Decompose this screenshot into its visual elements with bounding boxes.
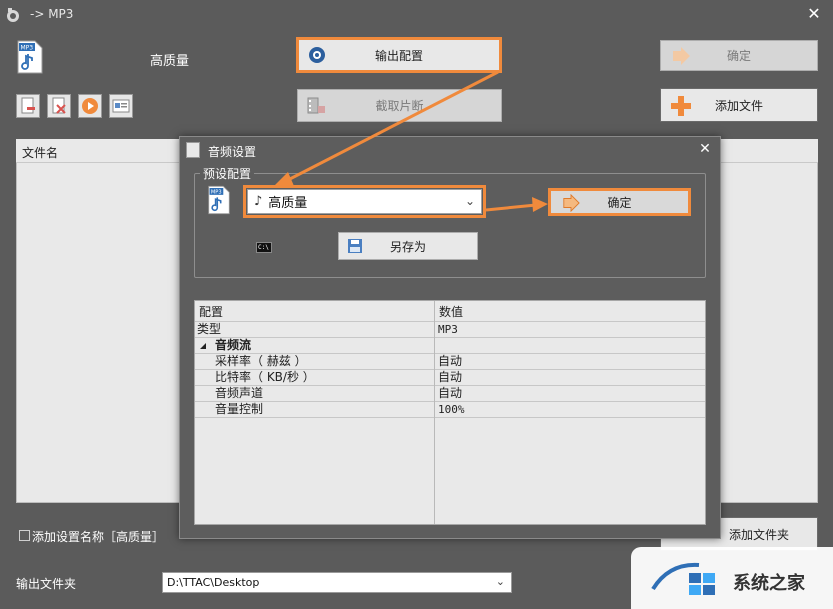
ok-label: 确定 — [726, 49, 751, 63]
grid-row-type[interactable]: 类型 MP3 — [195, 322, 705, 338]
preset-group-label: 预设配置 — [200, 165, 255, 182]
grid-row-name: 音量控制 — [215, 402, 264, 416]
music-note-icon: ♪ — [254, 194, 263, 209]
app-icon — [7, 8, 19, 22]
file-info-button[interactable] — [109, 94, 133, 118]
output-folder-label: 输出文件夹 — [16, 577, 77, 591]
audio-settings-icon — [186, 142, 200, 158]
grid-row-channels[interactable]: 音频声道 自动 — [195, 386, 705, 402]
play-icon — [82, 98, 98, 114]
arrow-right-icon — [563, 194, 580, 212]
gear-icon — [309, 47, 325, 63]
play-button[interactable] — [78, 94, 102, 118]
add-preset-name-label: 添加设置名称［高质量］ — [32, 530, 165, 544]
grid-group-name: 音频流 — [215, 338, 252, 352]
output-folder-select[interactable]: D:\TTAC\Desktop ⌄ — [162, 572, 512, 593]
output-config-label: 输出配置 — [374, 48, 423, 63]
grid-column-divider[interactable] — [434, 301, 435, 524]
window-title: -> MP3 — [30, 7, 74, 21]
grid-row-bitrate[interactable]: 比特率（ KB/秒 ） 自动 — [195, 370, 705, 386]
grid-row-name: 音频声道 — [215, 386, 264, 400]
mp3-file-icon: MP3 — [17, 40, 43, 74]
info-card-icon — [112, 99, 130, 113]
grid-header-value: 数值 — [439, 305, 464, 319]
grid-group-audio-stream[interactable]: ◢ 音频流 — [195, 338, 705, 354]
grid-row-sample-rate[interactable]: 采样率（ 赫兹 ） 自动 — [195, 354, 705, 370]
clip-button[interactable]: 截取片断 — [297, 89, 502, 122]
grid-row-value: 100% — [438, 403, 465, 416]
title-bar — [0, 0, 833, 30]
grid-row-value: 自动 — [438, 370, 463, 384]
grid-header-name: 配置 — [199, 305, 224, 319]
add-file-button[interactable]: 添加文件 — [660, 88, 818, 122]
dialog-ok-button[interactable]: 确定 — [548, 188, 691, 216]
dialog-close-button[interactable]: ✕ — [697, 141, 713, 157]
svg-text:MP3: MP3 — [21, 45, 34, 52]
grid-header: 配置 数值 — [195, 305, 705, 322]
clear-list-button[interactable] — [47, 94, 71, 118]
preset-select[interactable]: ♪ 高质量 ⌄ — [247, 189, 482, 214]
grid-row-value: MP3 — [438, 323, 458, 336]
file-remove-icon — [21, 97, 35, 114]
current-preset-label: 高质量 — [150, 54, 190, 69]
preset-select-value: 高质量 — [268, 196, 308, 211]
dialog-ok-label: 确定 — [607, 195, 632, 210]
add-file-label: 添加文件 — [714, 98, 763, 113]
save-icon — [348, 239, 362, 253]
clip-label: 截取片断 — [375, 99, 424, 113]
grid-row-value: 自动 — [438, 386, 463, 400]
output-folder-path: D:\TTAC\Desktop — [167, 576, 260, 589]
add-preset-name-checkbox[interactable] — [19, 530, 30, 541]
clear-icon — [52, 97, 66, 114]
watermark-site-name: 系统之家 — [733, 573, 805, 594]
grid-row-name: 采样率（ 赫兹 ） — [215, 354, 307, 368]
plus-icon — [671, 96, 691, 116]
grid-row-name: 类型 — [197, 322, 222, 336]
grid-row-volume[interactable]: 音量控制 100% — [195, 402, 705, 418]
grid-row-value: 自动 — [438, 354, 463, 368]
chevron-down-icon: ⌄ — [464, 194, 475, 208]
save-as-button[interactable]: 另存为 — [338, 232, 478, 260]
film-clip-icon — [307, 97, 325, 114]
save-as-label: 另存为 — [389, 239, 426, 254]
add-folder-label: 添加文件夹 — [728, 527, 789, 542]
mp3-file-icon: MP3 — [208, 185, 230, 215]
arrow-right-icon — [673, 47, 690, 65]
grid-row-name: 比特率（ KB/秒 ） — [215, 370, 315, 384]
collapse-triangle-icon[interactable]: ◢ — [200, 338, 206, 354]
command-prompt-icon: C:\ — [256, 242, 272, 253]
remove-file-button[interactable] — [16, 94, 40, 118]
ok-button[interactable]: 确定 — [660, 40, 818, 71]
watermark-logo-icon — [651, 562, 715, 595]
window-close-button[interactable]: ✕ — [804, 4, 824, 24]
settings-grid: 配置 数值 类型 MP3 ◢ 音频流 采样率（ 赫兹 ） 自动 比特率（ KB/… — [194, 300, 706, 525]
dialog-title: 音频设置 — [208, 145, 257, 159]
chevron-down-icon: ⌄ — [495, 575, 505, 588]
output-config-button[interactable]: 输出配置 — [296, 37, 502, 73]
svg-text:MP3: MP3 — [211, 190, 222, 196]
